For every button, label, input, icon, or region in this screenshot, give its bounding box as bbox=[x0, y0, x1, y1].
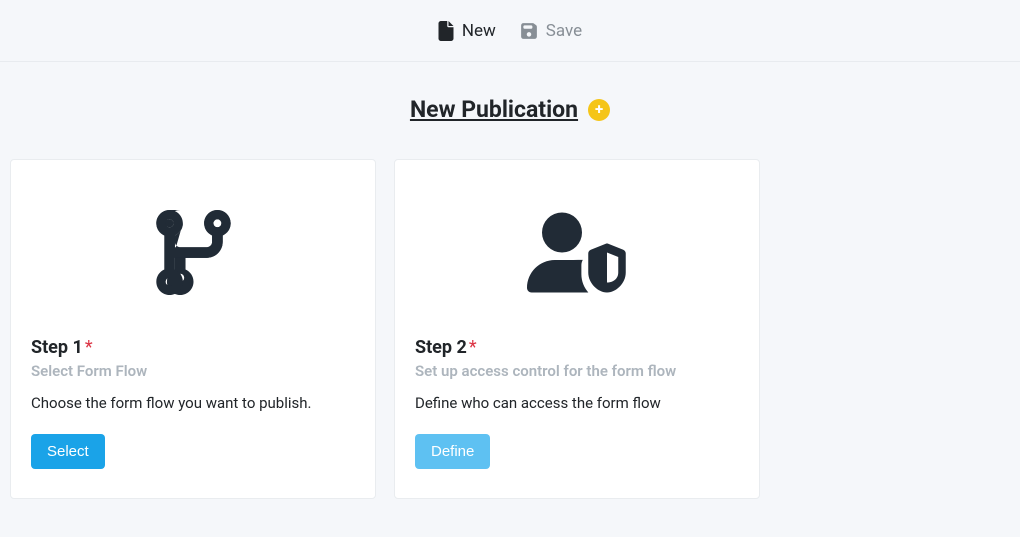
step-card-1: Step 1* Select Form Flow Choose the form… bbox=[10, 159, 376, 499]
required-mark: * bbox=[85, 337, 93, 358]
step1-label: Step 1* bbox=[31, 337, 355, 358]
steps-container: Step 1* Select Form Flow Choose the form… bbox=[0, 159, 1020, 499]
step1-icon-area bbox=[31, 180, 355, 325]
save-label: Save bbox=[546, 21, 582, 41]
step2-description: Define who can access the form flow bbox=[415, 394, 739, 412]
toolbar: New Save bbox=[0, 0, 1020, 62]
branch-icon bbox=[156, 210, 231, 295]
required-mark: * bbox=[469, 337, 477, 358]
save-button[interactable]: Save bbox=[520, 21, 582, 41]
new-button[interactable]: New bbox=[438, 21, 496, 41]
file-icon bbox=[438, 21, 454, 41]
step1-subtitle: Select Form Flow bbox=[31, 362, 355, 380]
user-shield-icon bbox=[527, 210, 627, 295]
page-title: New Publication bbox=[410, 96, 578, 123]
select-button[interactable]: Select bbox=[31, 434, 105, 469]
save-icon bbox=[520, 22, 538, 40]
step2-icon-area bbox=[415, 180, 739, 325]
step2-subtitle: Set up access control for the form flow bbox=[415, 362, 739, 380]
step2-label: Step 2* bbox=[415, 337, 739, 358]
plus-icon[interactable]: + bbox=[588, 99, 610, 121]
define-button[interactable]: Define bbox=[415, 434, 490, 469]
page-header: New Publication + bbox=[0, 96, 1020, 123]
new-label: New bbox=[462, 21, 496, 41]
step-card-2: Step 2* Set up access control for the fo… bbox=[394, 159, 760, 499]
step1-description: Choose the form flow you want to publish… bbox=[31, 394, 355, 412]
